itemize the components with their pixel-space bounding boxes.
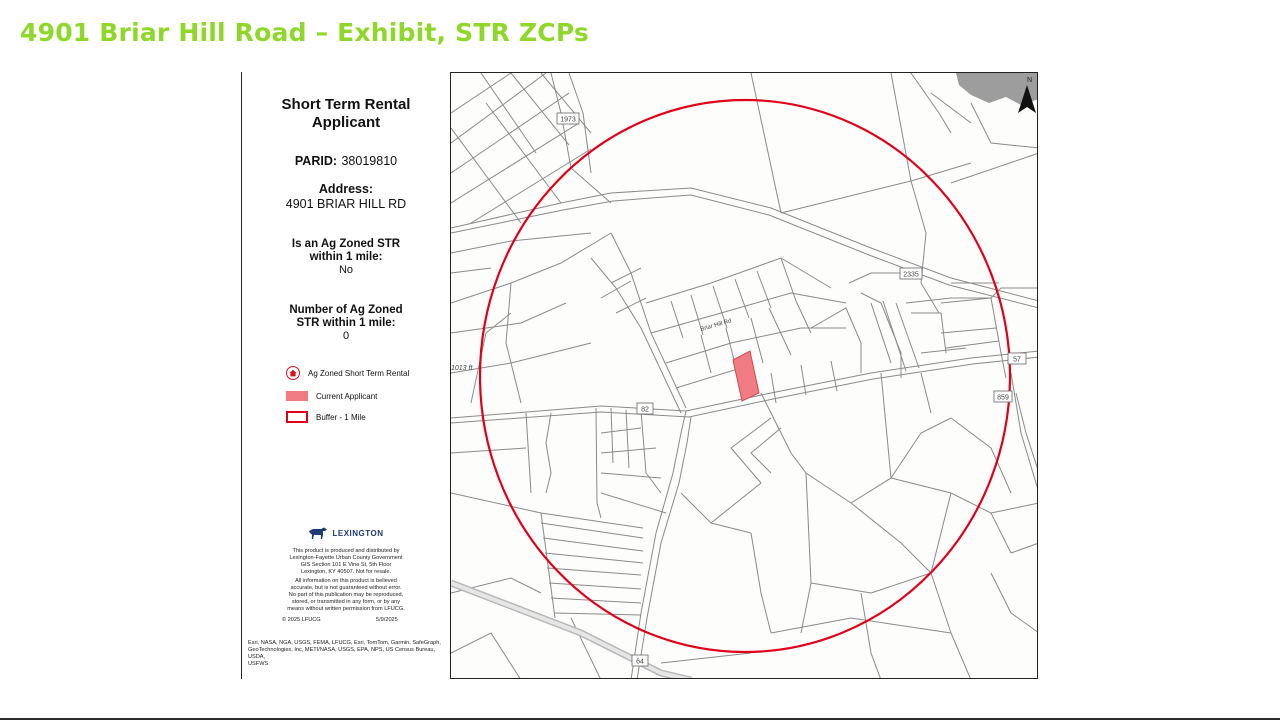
house-icon — [286, 366, 300, 380]
legend-item-current-applicant: Current Applicant — [286, 389, 377, 403]
address-label: Address: — [318, 182, 374, 196]
source-line: Esri, NASA, NGA, USGS, FEMA, LFUCG, Esri… — [248, 640, 441, 646]
panel-heading: Short Term Rental Applicant — [242, 96, 450, 132]
parid-label: PARID: — [294, 154, 338, 168]
credit-line: No part of this publication may be repro… — [288, 592, 404, 598]
street-label: Briar Hill Rd — [700, 318, 732, 333]
legend-label-ag-str: Ag Zoned Short Term Rental — [308, 368, 410, 378]
credit-line: This product is produced and distributed… — [292, 548, 400, 554]
road-label-82: 82 — [641, 407, 649, 414]
elevation-label: 1013 ft — [451, 365, 473, 372]
lexington-logo: LEXINGTON — [242, 527, 450, 540]
credit-line: Lexington-Fayette Urban County Governmen… — [289, 555, 403, 561]
logo-text: LEXINGTON — [332, 529, 384, 538]
answer-ag-str-within-mile: No — [338, 264, 354, 276]
legend-label-applicant: Current Applicant — [316, 391, 378, 401]
current-applicant-parcel — [732, 350, 760, 402]
credit-line: GIS Section 101 E Vine St, 5th Floor — [300, 562, 392, 568]
legend-swatch-applicant — [286, 391, 308, 401]
question-2-line2: STR within 1 mile: — [296, 317, 396, 329]
interstate-64 — [451, 579, 692, 678]
road-label-2335: 2335 — [903, 272, 919, 279]
road-shield-64: 64 — [631, 654, 649, 667]
parid-value: 38019810 — [341, 154, 398, 168]
map-sources: Esri, NASA, NGA, USGS, FEMA, LFUCG, Esri… — [248, 640, 448, 668]
source-line: USFWS — [248, 661, 269, 667]
slide-title: 4901 Briar Hill Road – Exhibit, STR ZCPs — [20, 18, 590, 47]
road-label-1973: 1973 — [560, 117, 576, 124]
credit-line: accurate, but is not guaranteed without … — [290, 585, 402, 591]
question-2-line1: Number of Ag Zoned — [289, 304, 403, 316]
legend-item-ag-str: Ag Zoned Short Term Rental — [286, 366, 409, 380]
question-1-line1: Is an Ag Zoned STR — [291, 238, 401, 250]
print-date: 5/9/2025 — [376, 617, 398, 623]
answer-ag-str-count: 0 — [342, 330, 350, 342]
road-shield-2335: 2335 — [899, 267, 923, 280]
map-info-panel: Short Term Rental Applicant PARID: 38019… — [241, 72, 450, 679]
parcel-map-canvas: 1973 2335 57 859 82 64 1013 ft Briar Hil… — [451, 73, 1037, 678]
credit-line: means without written permission from LF… — [287, 606, 405, 612]
legend-item-buffer: Buffer - 1 Mile — [286, 410, 366, 424]
parcel-map: 1973 2335 57 859 82 64 1013 ft Briar Hil… — [450, 72, 1038, 679]
source-line: GeoTechnologies, Inc, METI/NASA, USGS, E… — [248, 647, 436, 660]
road-label-64: 64 — [636, 659, 644, 666]
road-shield-1973: 1973 — [556, 112, 580, 125]
road-shield-57: 57 — [1007, 352, 1027, 365]
north-label: N — [1027, 77, 1032, 84]
question-1-line2: within 1 mile: — [309, 251, 383, 263]
credits-disclaimer-2: All information on this product is belie… — [242, 578, 450, 613]
credits-disclaimer-1: This product is produced and distributed… — [242, 548, 450, 576]
credit-line: Lexington, KY 40507. Not for resale. — [300, 569, 392, 575]
road-shield-859: 859 — [993, 390, 1013, 403]
copyright: © 2025 LFUCG — [282, 617, 321, 623]
legend-swatch-buffer — [286, 411, 308, 423]
parid-row: PARID: 38019810 — [242, 152, 450, 170]
legend-label-buffer: Buffer - 1 Mile — [316, 412, 366, 422]
question-ag-str-within-mile: Is an Ag Zoned STR within 1 mile: — [242, 238, 450, 264]
road-label-859: 859 — [997, 395, 1009, 402]
address-value: 4901 BRIAR HILL RD — [285, 197, 407, 211]
credit-line: stored, or transmitted in any form, or b… — [291, 599, 401, 605]
credit-line: All information on this product is belie… — [295, 578, 397, 584]
road-shield-82: 82 — [636, 402, 654, 415]
road-label-57: 57 — [1013, 357, 1021, 364]
question-ag-str-count: Number of Ag Zoned STR within 1 mile: — [242, 304, 450, 330]
panel-heading-line2: Applicant — [311, 114, 381, 131]
horse-icon — [309, 527, 328, 539]
panel-heading-line1: Short Term Rental — [281, 96, 411, 113]
